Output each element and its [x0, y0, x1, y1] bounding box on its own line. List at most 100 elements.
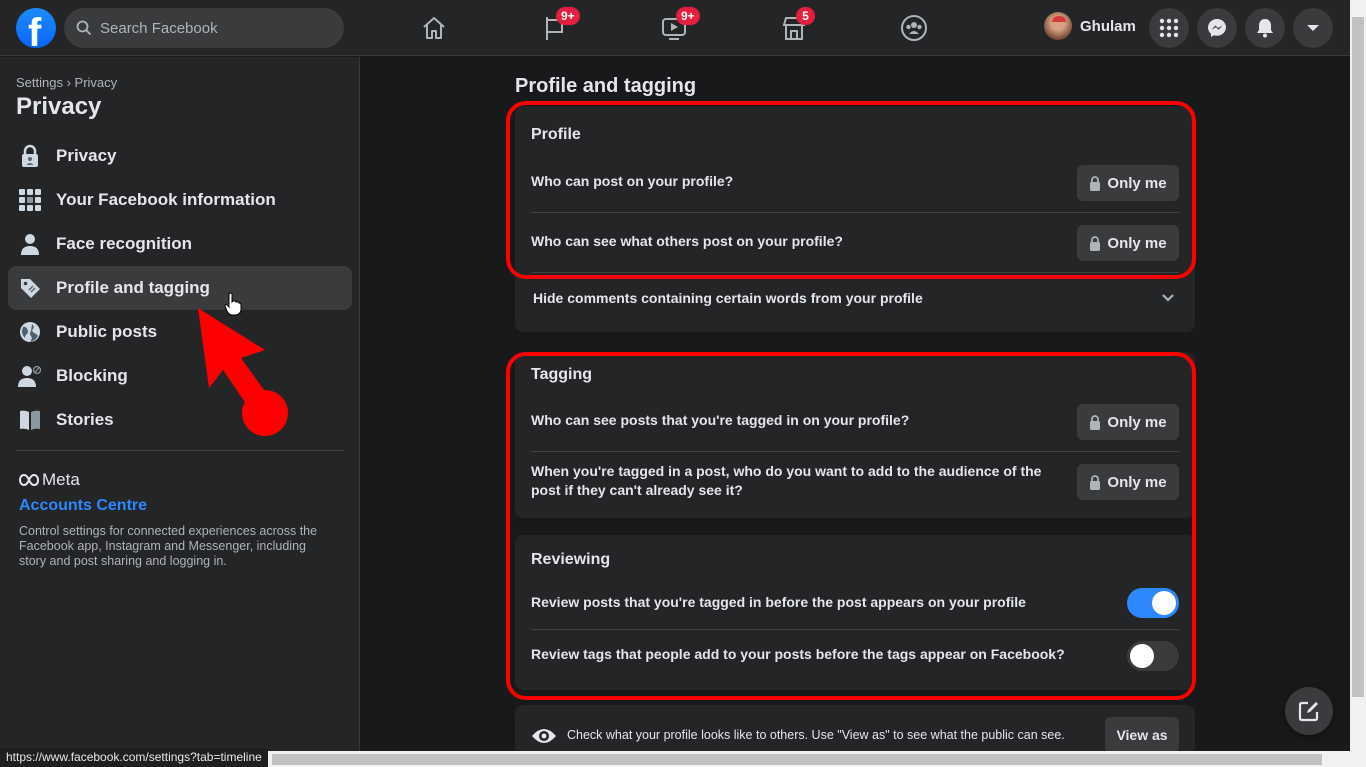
sidebar-item-label: Blocking — [56, 366, 128, 385]
compose-icon — [1298, 701, 1319, 722]
menu-button[interactable] — [1149, 8, 1189, 48]
hide-comments-label: Hide comments containing certain words f… — [533, 290, 923, 306]
reviewing-section-heading: Reviewing — [531, 551, 611, 568]
sidebar-item-label: Privacy — [56, 146, 117, 165]
setting-question: Who can post on your profile? — [531, 173, 734, 189]
pages-badge: 9+ — [556, 7, 580, 25]
grid-menu-icon — [1159, 18, 1179, 38]
reviewing-section-card: Reviewing Review posts that you're tagge… — [515, 535, 1195, 690]
row-divider — [531, 629, 1179, 630]
page-title: Profile and tagging — [515, 75, 697, 97]
accounts-centre-link[interactable]: Accounts Centre — [19, 497, 147, 515]
facebook-logo[interactable]: f — [16, 8, 56, 48]
nav-marketplace[interactable]: 5 — [774, 7, 815, 48]
nav-groups[interactable] — [894, 8, 934, 48]
book-icon — [18, 408, 42, 432]
audience-button-who-can-see-others-posts[interactable]: Only me — [1077, 225, 1179, 261]
profile-section-heading: Profile — [531, 126, 581, 143]
audience-button-who-can-post[interactable]: Only me — [1077, 165, 1179, 201]
new-message-button[interactable] — [1285, 687, 1333, 735]
audience-button-tagged-posts[interactable]: Only me — [1077, 404, 1179, 440]
audience-value: Only me — [1107, 174, 1167, 192]
home-icon — [423, 17, 445, 39]
marketplace-badge: 5 — [796, 7, 815, 25]
eye-icon — [532, 729, 556, 743]
sidebar-item-label: Public posts — [56, 322, 158, 341]
avatar — [1044, 12, 1072, 40]
tagging-section-heading: Tagging — [531, 366, 593, 383]
audience-value: Only me — [1107, 234, 1167, 252]
audience-button-tagged-audience[interactable]: Only me — [1077, 464, 1179, 500]
meta-label: Meta — [42, 470, 80, 489]
messenger-icon — [1208, 19, 1226, 37]
groups-icon — [901, 15, 927, 41]
block-user-icon — [18, 364, 42, 388]
accounts-centre-description: Control settings for connected experienc… — [19, 524, 318, 568]
sidebar-item-stories[interactable]: Stories — [8, 398, 352, 442]
meta-logo: Meta — [19, 470, 80, 490]
review-tags-toggle[interactable] — [1127, 641, 1179, 671]
search-icon — [76, 20, 92, 36]
lock-icon — [1090, 175, 1101, 191]
nav-pages[interactable]: 9+ — [534, 7, 580, 48]
tag-icon — [18, 276, 42, 300]
setting-question: When you're tagged in a post, who do you… — [531, 463, 1042, 498]
sidebar-item-your-facebook-information[interactable]: Your Facebook information — [8, 178, 352, 222]
nav-watch[interactable]: 9+ — [654, 7, 700, 48]
meta-infinity-icon — [19, 474, 39, 486]
toggle-knob — [1152, 591, 1176, 615]
sidebar-item-profile-and-tagging[interactable]: Profile and tagging — [8, 266, 352, 310]
vertical-scrollbar-thumb[interactable] — [1352, 17, 1364, 697]
sidebar-item-face-recognition[interactable]: Face recognition — [8, 222, 352, 266]
vertical-scrollbar[interactable] — [1350, 0, 1366, 751]
lock-icon — [1090, 474, 1101, 490]
grid-icon — [18, 188, 42, 212]
messenger-button[interactable] — [1197, 8, 1237, 48]
setting-question: Review tags that people add to your post… — [531, 646, 1065, 662]
sidebar-title: Privacy — [16, 93, 102, 120]
lock-icon — [1090, 235, 1101, 251]
lock-icon — [1090, 414, 1101, 430]
sidebar-item-label: Stories — [56, 410, 114, 429]
watch-badge: 9+ — [676, 7, 700, 25]
bell-icon — [1257, 19, 1273, 38]
globe-icon — [18, 320, 42, 344]
chevron-down-icon — [1162, 294, 1174, 302]
sidebar-item-label: Face recognition — [56, 234, 193, 253]
caret-down-icon — [1307, 25, 1319, 31]
status-bar-url: https://www.facebook.com/settings?tab=ti… — [0, 748, 268, 767]
profile-section-card: Profile Who can post on your profile? On… — [515, 106, 1195, 332]
profile-chip[interactable]: Ghulam — [1044, 12, 1136, 40]
hand-cursor-icon — [224, 292, 242, 316]
view-as-button[interactable]: View as — [1105, 717, 1179, 753]
sidebar-item-public-posts[interactable]: Public posts — [8, 310, 352, 354]
audience-value: Only me — [1107, 413, 1167, 431]
setting-question: Who can see what others post on your pro… — [531, 233, 843, 249]
nav-home[interactable] — [414, 8, 454, 48]
row-divider — [531, 212, 1179, 213]
tagging-section-card: Tagging Who can see posts that you're ta… — [515, 352, 1195, 518]
search-box[interactable] — [64, 8, 344, 48]
face-icon — [18, 232, 42, 256]
sidebar-item-privacy[interactable]: Privacy — [8, 134, 352, 178]
top-navigation-bar: f 9+ 9+ 5 Ghulam — [0, 0, 1350, 56]
profile-name: Ghulam — [1080, 17, 1136, 35]
view-as-description: Check what your profile looks like to ot… — [567, 728, 1065, 742]
hide-comments-row[interactable]: Hide comments containing certain words f… — [515, 273, 1195, 323]
setting-question: Who can see posts that you're tagged in … — [531, 412, 910, 428]
horizontal-scrollbar-thumb[interactable] — [272, 754, 1322, 765]
toggle-knob — [1130, 644, 1154, 668]
settings-sidebar: Settings › Privacy Privacy Privacy Your … — [0, 57, 360, 767]
audience-value: Only me — [1107, 473, 1167, 491]
notifications-button[interactable] — [1245, 8, 1285, 48]
account-button[interactable] — [1293, 8, 1333, 48]
sidebar-divider — [16, 450, 344, 451]
sidebar-item-label: Your Facebook information — [56, 190, 276, 209]
sidebar-item-blocking[interactable]: Blocking — [8, 354, 352, 398]
review-tagged-posts-toggle[interactable] — [1127, 588, 1179, 618]
search-input[interactable] — [100, 19, 320, 37]
breadcrumb[interactable]: Settings › Privacy — [16, 75, 117, 90]
setting-question: Review posts that you're tagged in befor… — [531, 594, 1026, 610]
lock-icon — [18, 144, 42, 168]
row-divider — [531, 451, 1179, 452]
